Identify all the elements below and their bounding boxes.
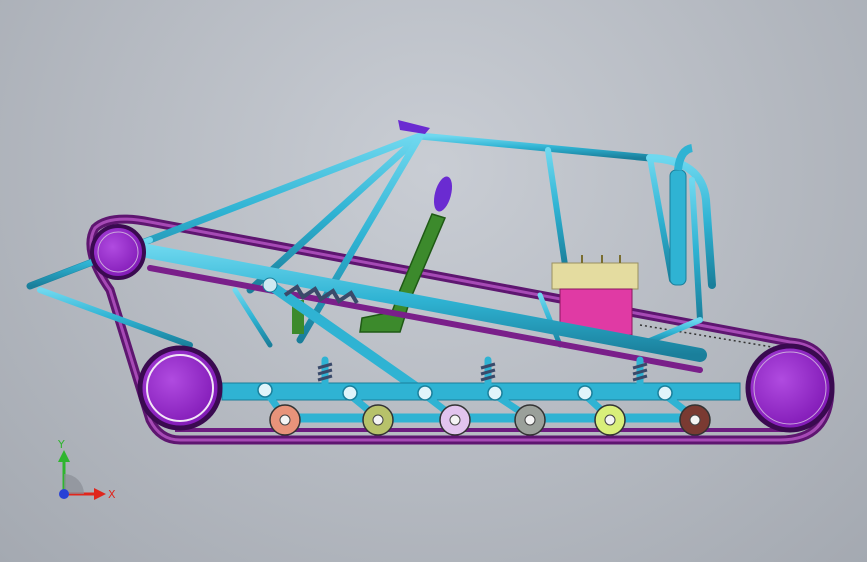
- bogie-wheel[interactable]: [439, 404, 471, 436]
- front-lower-wheel[interactable]: [137, 345, 223, 431]
- bogie-wheel[interactable]: [594, 404, 626, 436]
- tracked-vehicle-model[interactable]: [0, 0, 867, 562]
- bogie-springs: [317, 362, 648, 382]
- rear-drive-sprocket[interactable]: [745, 343, 835, 433]
- x-axis-label: X: [108, 488, 116, 501]
- front-idler-wheel[interactable]: [90, 224, 146, 280]
- x-axis-head: [94, 488, 106, 500]
- bogie-wheel[interactable]: [514, 404, 546, 436]
- z-axis-dot: [59, 489, 69, 499]
- antenna-mount[interactable]: [398, 120, 430, 134]
- steering-knob[interactable]: [431, 175, 456, 214]
- y-axis-head: [58, 450, 70, 462]
- coordinate-triad[interactable]: Y X: [40, 438, 120, 508]
- bogie-wheel[interactable]: [679, 404, 711, 436]
- cad-viewport[interactable]: Y X: [0, 0, 867, 562]
- bogie-wheel[interactable]: [362, 404, 394, 436]
- y-axis-label: Y: [57, 438, 65, 451]
- bogie-wheel[interactable]: [269, 404, 301, 436]
